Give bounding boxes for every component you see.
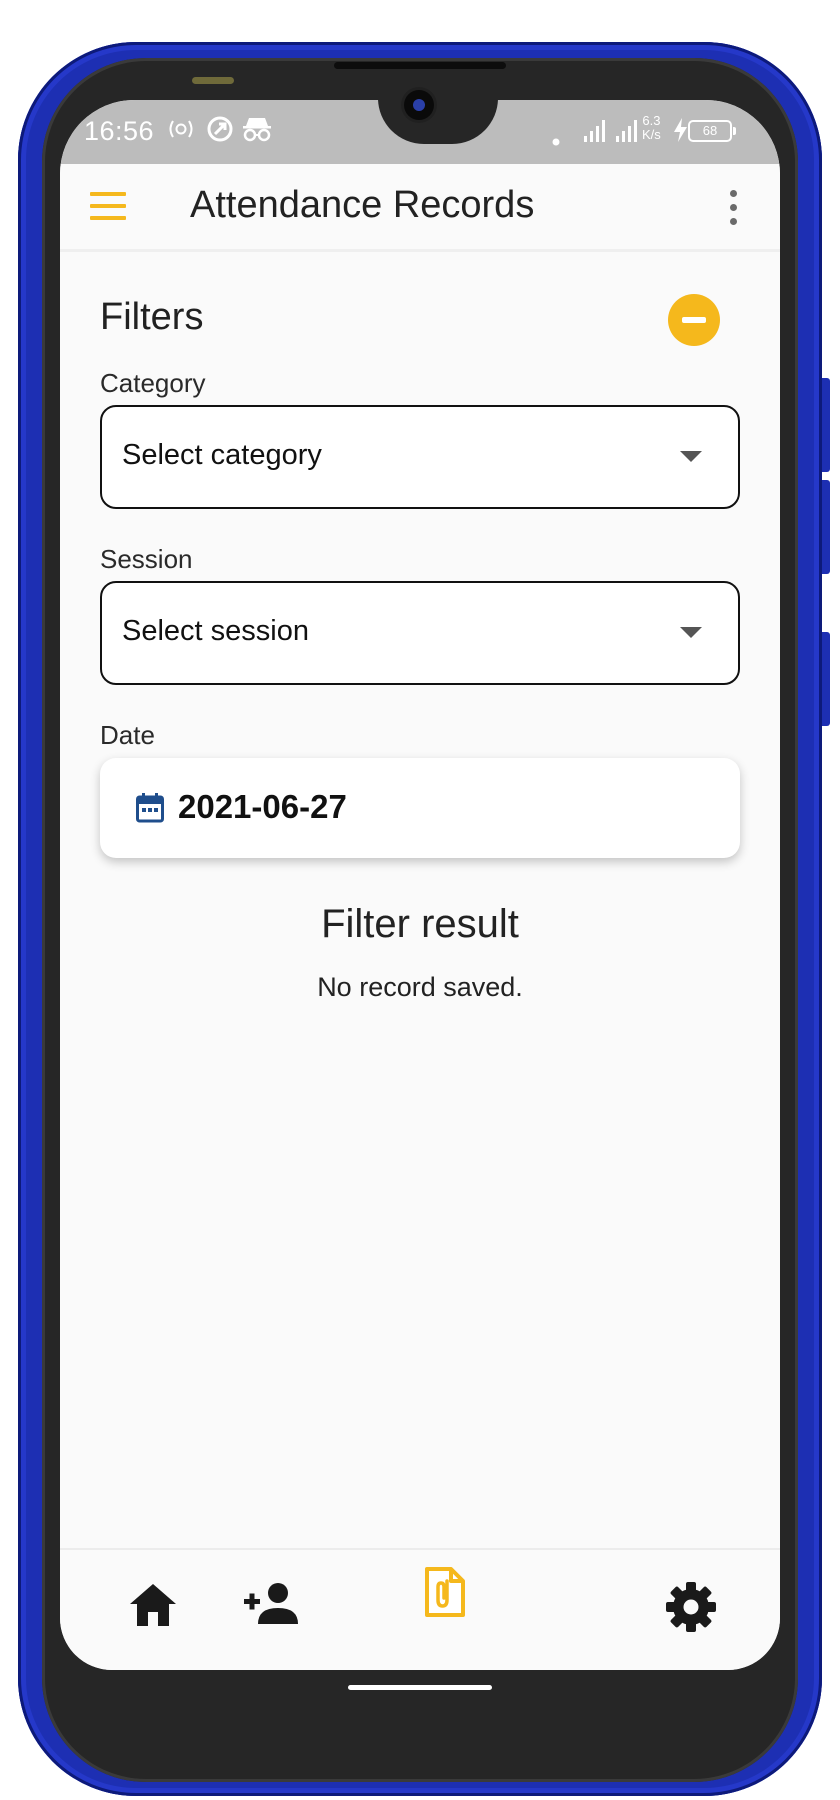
date-picker-button[interactable]: 2021-06-27 xyxy=(100,758,740,858)
nav-records[interactable] xyxy=(390,1550,500,1670)
chevron-down-icon xyxy=(680,627,702,638)
chevron-down-icon xyxy=(680,451,702,462)
category-dropdown[interactable]: Select category xyxy=(100,405,740,509)
app-screen: 16:56 6.3 K/s 68 Attendance Records Filt… xyxy=(60,100,780,1670)
proximity-sensor xyxy=(192,77,234,84)
status-time: 16:56 xyxy=(84,116,155,146)
net-speed-value: 6.3 xyxy=(642,113,661,128)
collapse-filters-button[interactable] xyxy=(668,294,720,346)
earpiece-speaker xyxy=(334,62,506,69)
notification-dot-icon xyxy=(552,126,560,152)
add-person-icon xyxy=(244,1583,298,1624)
power-button xyxy=(822,632,830,726)
result-title: Filter result xyxy=(321,902,519,946)
hotspot-icon xyxy=(168,118,194,146)
result-message: No record saved. xyxy=(317,972,523,1002)
front-camera xyxy=(404,90,434,120)
calendar-icon xyxy=(136,793,164,827)
session-value: Select session xyxy=(122,615,309,647)
signal-icon-2 xyxy=(616,120,640,148)
category-label: Category xyxy=(100,368,206,398)
bottom-navigation xyxy=(60,1548,780,1670)
net-speed-unit: K/s xyxy=(642,127,661,142)
battery-indicator: 68 xyxy=(688,120,736,142)
app-bar: Attendance Records xyxy=(60,164,780,252)
gesture-home-bar[interactable] xyxy=(348,1685,492,1690)
date-label: Date xyxy=(100,720,155,750)
display-notch xyxy=(378,100,498,144)
session-dropdown[interactable]: Select session xyxy=(100,581,740,685)
filters-title: Filters xyxy=(100,296,204,338)
menu-icon[interactable] xyxy=(90,192,126,220)
nav-settings[interactable] xyxy=(640,1550,740,1670)
session-label: Session xyxy=(100,544,193,574)
signal-icon xyxy=(584,120,608,148)
settings-icon xyxy=(666,1582,716,1632)
incognito-icon xyxy=(242,116,272,148)
sync-icon xyxy=(206,115,234,149)
more-options-icon[interactable] xyxy=(724,188,742,228)
category-value: Select category xyxy=(122,439,322,471)
volume-button xyxy=(822,378,830,472)
volume-button-2 xyxy=(822,480,830,574)
home-icon xyxy=(130,1584,176,1626)
page-title: Attendance Records xyxy=(190,184,535,226)
records-file-icon xyxy=(425,1567,465,1617)
date-value: 2021-06-27 xyxy=(178,788,347,825)
nav-add-person[interactable] xyxy=(226,1550,346,1670)
net-speed: 6.3 K/s xyxy=(642,114,661,142)
nav-home[interactable] xyxy=(100,1550,200,1670)
